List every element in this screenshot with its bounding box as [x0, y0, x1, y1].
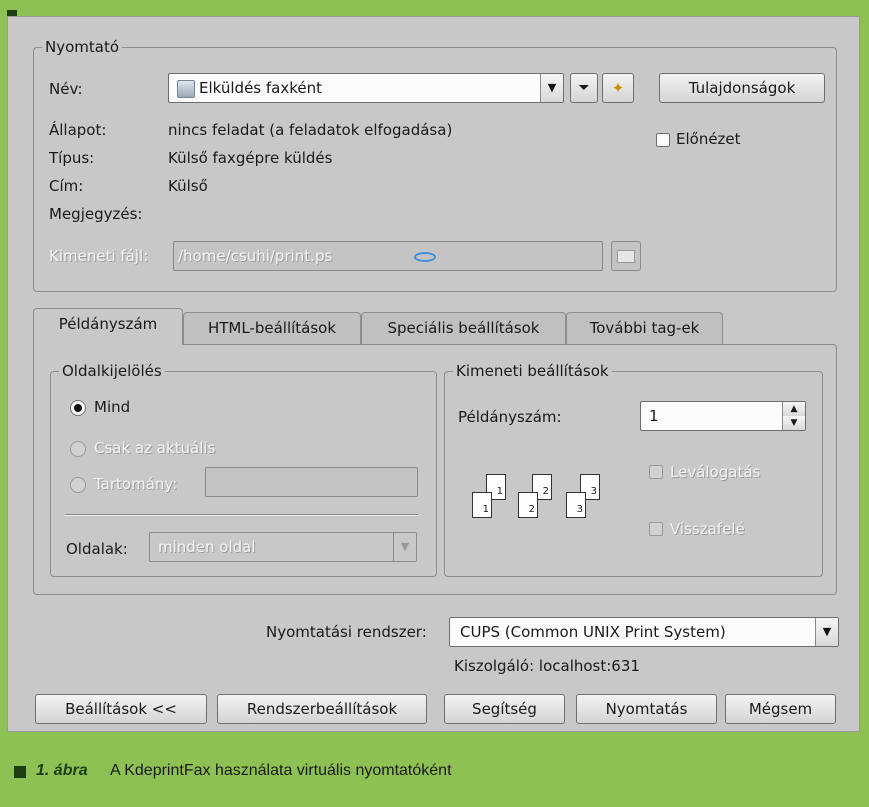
cancel-button[interactable]: Mégsem [725, 694, 836, 724]
tab-additional-tags[interactable]: További tag-ek [566, 312, 723, 344]
folder-icon [617, 250, 635, 263]
settings-toggle-button[interactable]: Beállítások << [35, 694, 207, 724]
filter-icon: ⏷ [578, 80, 590, 96]
tab-additional-tags-label: További tag-ek [589, 319, 700, 337]
current-page-radio[interactable] [70, 441, 86, 457]
pages-label: Oldalak: [66, 540, 128, 558]
current-page-label: Csak az aktuális [94, 439, 216, 457]
all-pages-label: Mind [94, 398, 131, 416]
range-input[interactable] [205, 467, 418, 497]
status-label: Állapot: [49, 121, 107, 139]
print-dialog: Nyomtató Név: Elküldés faxként ▼ ⏷ ✦ Tul… [7, 16, 860, 732]
status-value: nincs feladat (a feladatok elfogadása) [168, 121, 453, 139]
page-selection-divider [65, 514, 418, 516]
wizard-button[interactable]: ✦ [602, 73, 634, 103]
pages-select[interactable]: minden oldal ▼ [149, 532, 417, 562]
output-settings-legend: Kimeneti beállítások [453, 362, 612, 380]
chevron-down-icon: ▼ [815, 618, 838, 646]
output-file-label: Kimeneti fájl: [49, 247, 149, 265]
copies-spinbox[interactable]: 1 ▲ ▼ [640, 401, 806, 431]
print-button[interactable]: Nyomtatás [576, 694, 717, 724]
all-pages-radio[interactable] [70, 400, 86, 416]
output-file-value: /home/csuhi/print.ps [178, 247, 333, 265]
tab-special-settings[interactable]: Speciális beállítások [361, 312, 566, 344]
filter-button[interactable]: ⏷ [570, 73, 598, 103]
tab-special-settings-label: Speciális beállítások [387, 319, 540, 337]
type-label: Típus: [49, 149, 95, 167]
range-radio[interactable] [70, 477, 86, 493]
collate-illustration: 1 1 2 2 3 3 [470, 472, 620, 532]
page-icon: 3 [566, 492, 586, 518]
help-button[interactable]: Segítség [444, 694, 565, 724]
magic-wand-icon: ✦ [611, 79, 625, 97]
page-icon: 2 [518, 492, 538, 518]
spin-down-icon: ▼ [782, 416, 805, 430]
reverse-label: Visszafelé [670, 520, 745, 538]
chevron-down-icon: ▼ [393, 533, 416, 561]
radio-selected-dot [74, 404, 82, 412]
tab-html-settings-label: HTML-beállítások [207, 319, 337, 337]
system-settings-button[interactable]: Rendszerbeállítások [217, 694, 427, 724]
tab-copies[interactable]: Példányszám [33, 308, 183, 345]
preview-checkbox[interactable] [656, 133, 670, 147]
type-value: Külső faxgépre küldés [168, 149, 333, 167]
output-file-input[interactable]: /home/csuhi/print.ps [173, 241, 603, 271]
server-info: Kiszolgáló: localhost:631 [454, 657, 640, 675]
range-label: Tartomány: [94, 475, 178, 493]
properties-button[interactable]: Tulajdonságok [659, 73, 825, 103]
printer-select-value: Elküldés faxként [199, 79, 322, 97]
page-icon: 1 [472, 492, 492, 518]
name-label: Név: [49, 80, 83, 98]
printer-group-legend: Nyomtató [42, 38, 123, 56]
copies-label: Példányszám: [458, 408, 562, 426]
print-system-value: CUPS (Common UNIX Print System) [460, 623, 726, 641]
browse-file-button[interactable] [611, 241, 641, 271]
chevron-down-icon: ▼ [540, 74, 563, 102]
printer-icon [177, 80, 195, 98]
preview-label: Előnézet [676, 130, 741, 148]
page-selection-legend: Oldalkijelölés [59, 362, 165, 380]
collate-label: Leválogatás [670, 463, 761, 481]
spin-up-icon: ▲ [782, 402, 805, 417]
printer-select[interactable]: Elküldés faxként ▼ [168, 73, 564, 103]
reverse-checkbox[interactable] [649, 522, 663, 536]
collate-checkbox[interactable] [649, 465, 663, 479]
comment-label: Megjegyzés: [49, 205, 143, 223]
tab-html-settings[interactable]: HTML-beállítások [183, 312, 361, 344]
pages-select-value: minden oldal [158, 538, 256, 556]
address-value: Külső [168, 177, 208, 195]
caption-number: 1. ábra [36, 762, 88, 779]
print-system-label: Nyomtatási rendszer: [266, 623, 427, 641]
caption-square [14, 766, 26, 778]
address-label: Cím: [49, 177, 84, 195]
print-system-select[interactable]: CUPS (Common UNIX Print System) ▼ [449, 617, 839, 647]
copies-value: 1 [649, 407, 659, 425]
busy-spinner-icon [414, 252, 436, 262]
tab-copies-label: Példányszám [58, 315, 158, 333]
caption-text: A KdeprintFax használata virtuális nyomt… [110, 762, 452, 779]
